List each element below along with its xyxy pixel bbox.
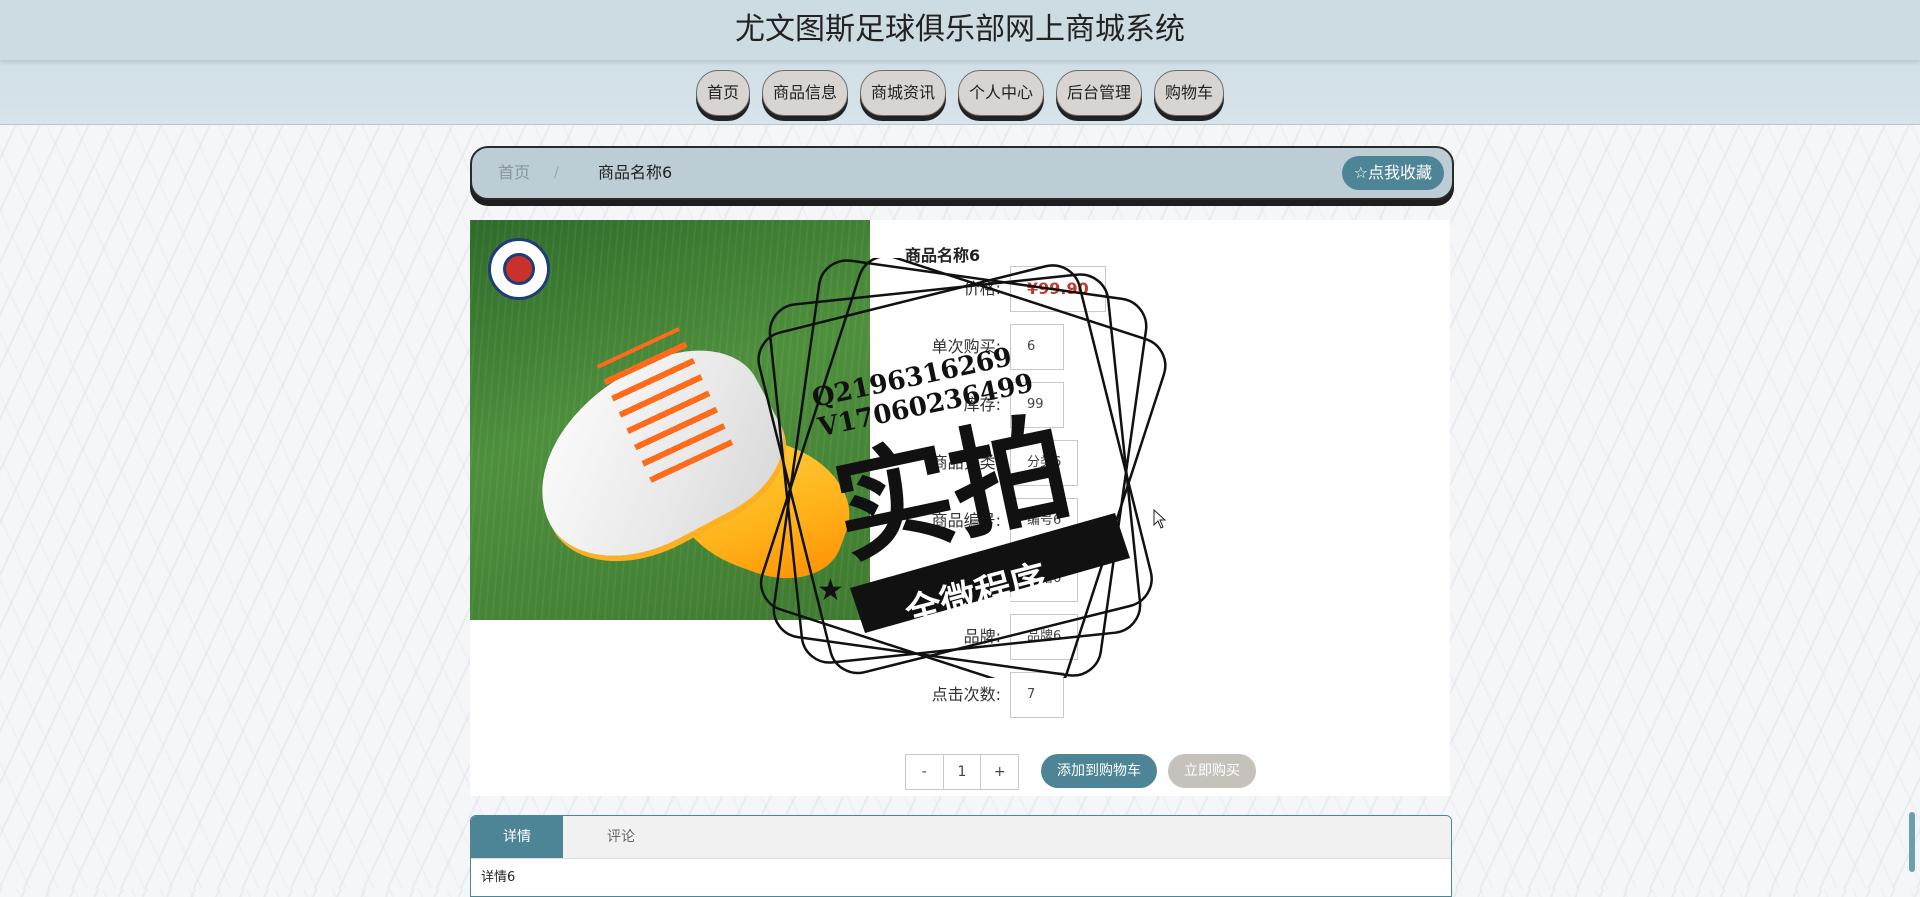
field-value: 99 [1010, 382, 1064, 428]
quantity-minus-button[interactable]: - [906, 755, 943, 789]
breadcrumb: 首页 / 商品名称6 ☆点我收藏 [470, 146, 1454, 200]
product-panel: 商品名称6 价格: ¥99.90 单次购买: 6 库存: 99 商品分类: 分类… [470, 220, 1450, 796]
club-logo-icon [488, 238, 550, 300]
field-label: 库存: [963, 395, 1001, 414]
field-value: 编号6 [1010, 498, 1079, 544]
quantity-input[interactable]: 1 [942, 755, 982, 789]
field-label: 单次购买: [931, 337, 1001, 356]
field-brand: 品牌: 品牌6 [905, 614, 1445, 660]
product-image[interactable] [470, 220, 870, 620]
nav-products[interactable]: 商品信息 [761, 70, 848, 116]
field-clicks: 点击次数: 7 [905, 672, 1445, 718]
quantity-stepper: - 1 + [905, 754, 1019, 790]
top-header: 尤文图斯足球俱乐部网上商城系统 首页 商品信息 商城资讯 个人中心 后台管理 购… [0, 0, 1920, 125]
breadcrumb-current: 商品名称6 [598, 163, 673, 182]
field-spec: 规格: 规格6 [905, 556, 1445, 602]
breadcrumb-home-link[interactable]: 首页 [498, 148, 530, 198]
tab-bar: 详情 评论 [471, 816, 1451, 859]
quantity-plus-button[interactable]: + [981, 755, 1018, 789]
field-label: 点击次数: [931, 685, 1001, 704]
field-value: 规格6 [1010, 556, 1079, 602]
field-category: 商品分类: 分类6 [905, 440, 1445, 486]
field-label: 商品编号: [931, 511, 1001, 530]
main-nav: 首页 商品信息 商城资讯 个人中心 后台管理 购物车 [0, 70, 1920, 118]
tab-comments[interactable]: 评论 [575, 816, 667, 858]
site-title: 尤文图斯足球俱乐部网上商城系统 [0, 0, 1920, 60]
favorite-button[interactable]: ☆点我收藏 [1341, 156, 1444, 190]
nav-cart[interactable]: 购物车 [1154, 70, 1225, 116]
field-value: 6 [1010, 324, 1064, 370]
detail-content: 详情6 [481, 870, 516, 885]
add-to-cart-button[interactable]: 添加到购物车 [1041, 754, 1157, 788]
nav-home[interactable]: 首页 [695, 70, 750, 116]
product-name: 商品名称6 [905, 246, 981, 265]
field-single-purchase: 单次购买: 6 [905, 324, 1445, 370]
product-info: 商品名称6 价格: ¥99.90 单次购买: 6 库存: 99 商品分类: 分类… [905, 220, 1445, 796]
buy-now-button[interactable]: 立即购买 [1168, 754, 1256, 788]
field-label: 品牌: [963, 627, 1001, 646]
field-label: 价格: [963, 279, 1001, 298]
nav-admin[interactable]: 后台管理 [1056, 70, 1143, 116]
breadcrumb-separator: / [554, 165, 559, 181]
nav-news[interactable]: 商城资讯 [859, 70, 946, 116]
field-price: 价格: ¥99.90 [905, 266, 1445, 312]
field-label: 规格: [963, 569, 1001, 588]
detail-tabs: 详情 评论 详情6 [470, 815, 1452, 897]
field-value: 品牌6 [1010, 614, 1079, 660]
scrollbar-thumb[interactable] [1909, 812, 1915, 872]
nav-profile[interactable]: 个人中心 [958, 70, 1045, 116]
price-value: ¥99.90 [1010, 266, 1106, 312]
field-number: 商品编号: 编号6 [905, 498, 1445, 544]
field-value: 分类6 [1010, 440, 1079, 486]
field-label: 商品分类: [931, 453, 1001, 472]
tab-detail[interactable]: 详情 [471, 816, 563, 858]
mouse-cursor-icon [1153, 509, 1167, 529]
field-stock: 库存: 99 [905, 382, 1445, 428]
field-value: 7 [1010, 672, 1064, 718]
